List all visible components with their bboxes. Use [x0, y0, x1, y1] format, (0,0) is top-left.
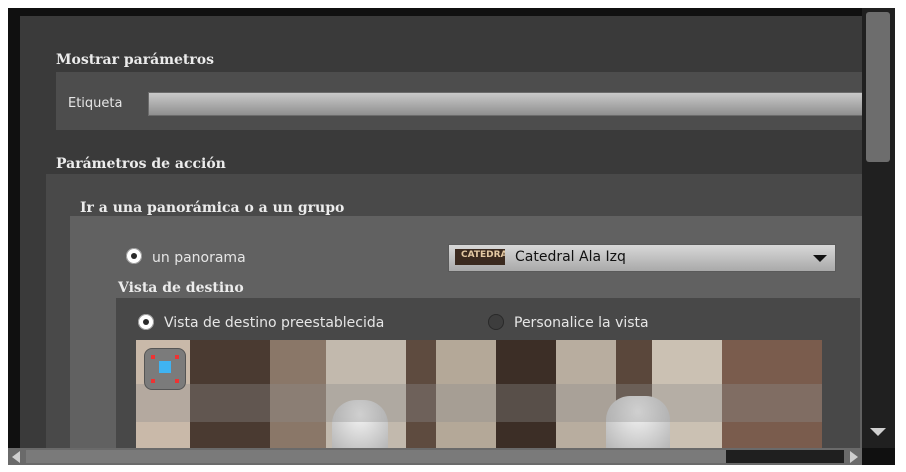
vertical-scroll-thumb[interactable]: [866, 12, 890, 162]
preset-view-label[interactable]: Vista de destino preestablecida: [164, 315, 384, 331]
panorama-preview[interactable]: [136, 340, 822, 448]
action-params-title: Parámetros de acción: [56, 156, 226, 172]
panorama-select[interactable]: CATEDRAL Catedral Ala Izq: [448, 244, 836, 272]
panorama-radio-label[interactable]: un panorama: [152, 250, 246, 266]
goto-panorama-group-title: Ir a una panorámica o a un grupo: [80, 200, 345, 216]
horizontal-scroll-thumb[interactable]: [26, 450, 726, 463]
label-input[interactable]: [148, 92, 862, 116]
target-view-title: Vista de destino: [118, 280, 244, 296]
thumbnail-label: CATEDRAL: [461, 250, 505, 260]
panorama-radio[interactable]: [126, 248, 142, 264]
properties-window: Mostrar parámetros Etiqueta Parámetros d…: [8, 8, 895, 465]
scroll-down-icon[interactable]: [870, 428, 886, 436]
custom-view-radio[interactable]: [488, 314, 504, 330]
scroll-right-icon[interactable]: [850, 451, 858, 463]
panorama-select-value: Catedral Ala Izq: [515, 249, 626, 265]
preset-view-radio[interactable]: [138, 314, 154, 330]
horizontal-scrollbar[interactable]: [8, 448, 862, 465]
chevron-down-icon[interactable]: [813, 255, 827, 262]
display-params-title: Mostrar parámetros: [56, 52, 214, 68]
view-navigator-icon[interactable]: [144, 348, 186, 390]
vertical-scrollbar[interactable]: [862, 8, 895, 448]
scroll-left-icon[interactable]: [12, 451, 20, 463]
label-field-label: Etiqueta: [68, 96, 123, 111]
properties-panel: Mostrar parámetros Etiqueta Parámetros d…: [20, 16, 862, 448]
custom-view-label[interactable]: Personalice la vista: [514, 315, 649, 331]
panorama-thumbnail: CATEDRAL: [455, 249, 505, 265]
